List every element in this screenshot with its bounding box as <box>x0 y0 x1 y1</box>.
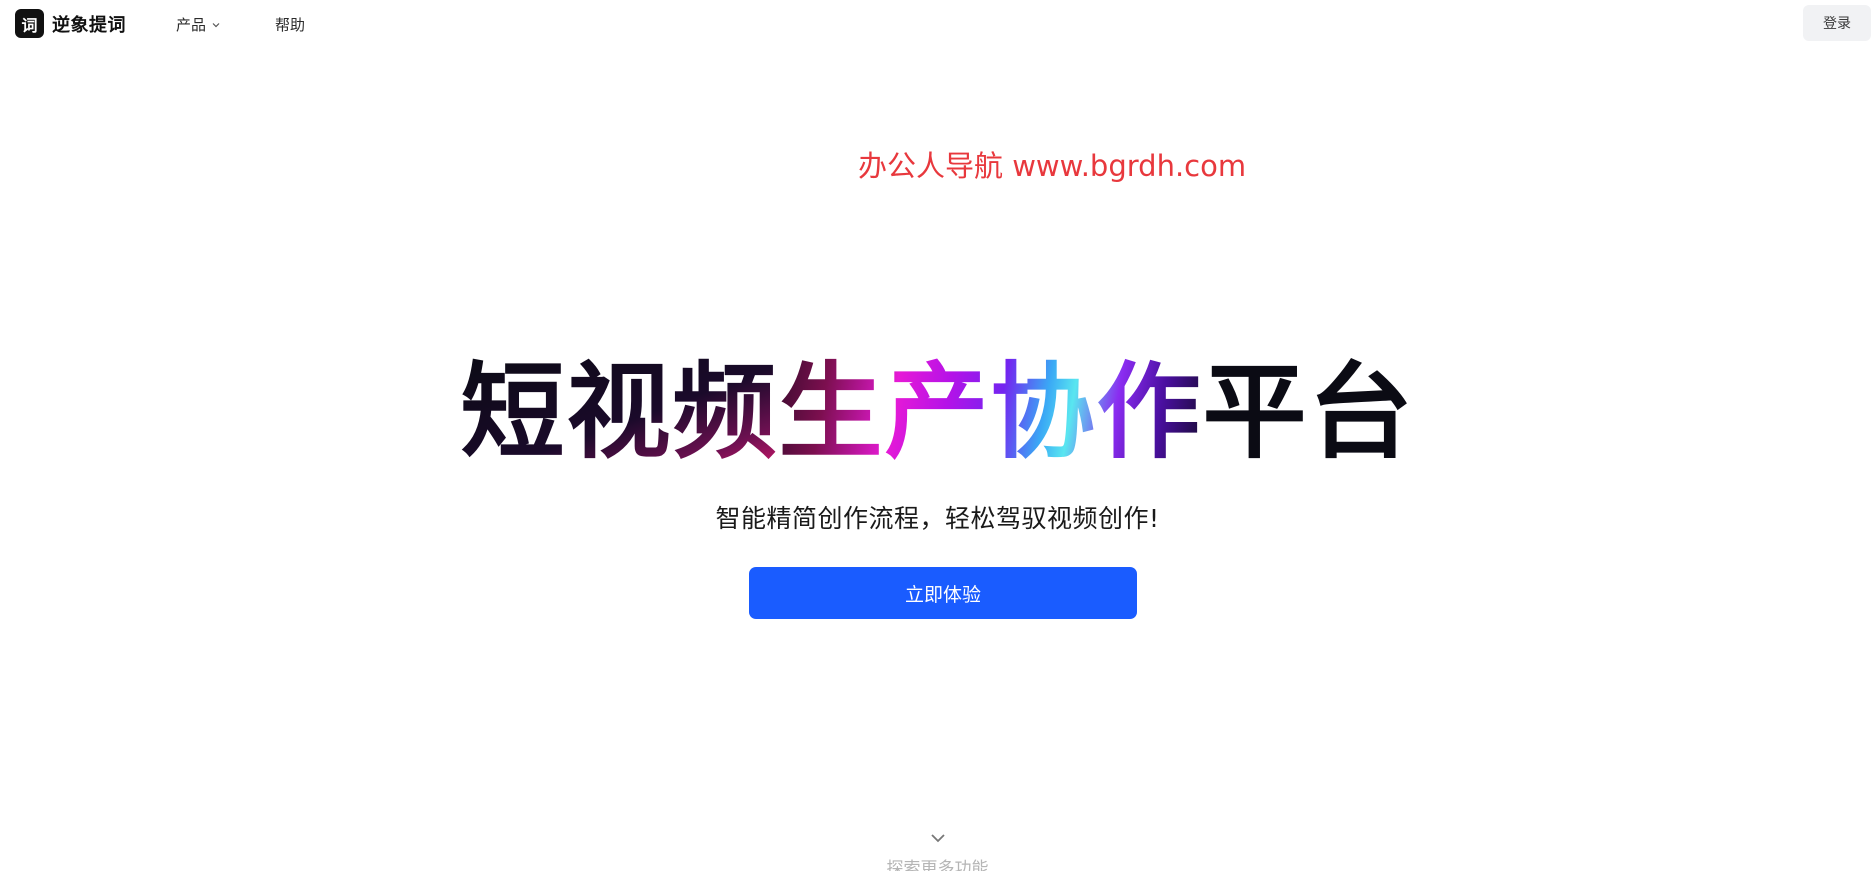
nav-item-product[interactable]: 产品 <box>176 14 221 35</box>
logo-mark-icon: 词 <box>15 9 44 38</box>
nav-item-help[interactable]: 帮助 <box>275 14 305 35</box>
nav-item-product-label: 产品 <box>176 16 207 34</box>
chevron-down-icon <box>212 22 220 27</box>
watermark-text: 办公人导航 www.bgrdh.com <box>858 149 1247 183</box>
hero-title-part1: 短视频 <box>460 351 779 473</box>
try-now-button[interactable]: 立即体验 <box>749 567 1137 619</box>
hero-title-part3: 平台 <box>1202 351 1415 473</box>
scroll-hint[interactable]: 探索更多功能 <box>0 832 1875 871</box>
chevron-down-icon <box>930 834 945 843</box>
brand-logo[interactable]: 词 逆象提词 <box>15 9 126 38</box>
hero-title-part2: 生产协作 <box>778 351 1203 473</box>
brand-name: 逆象提词 <box>52 14 126 36</box>
hero-subtitle: 智能精简创作流程，轻松驾驭视频创作! <box>715 504 1160 533</box>
scroll-hint-label: 探索更多功能 <box>886 859 989 871</box>
top-nav: 词 逆象提词 产品 帮助 登录 <box>0 0 1875 46</box>
login-button[interactable]: 登录 <box>1803 5 1871 41</box>
nav-item-help-label: 帮助 <box>275 16 306 34</box>
hero-title: 短视频生产协作平台 <box>0 352 1875 472</box>
